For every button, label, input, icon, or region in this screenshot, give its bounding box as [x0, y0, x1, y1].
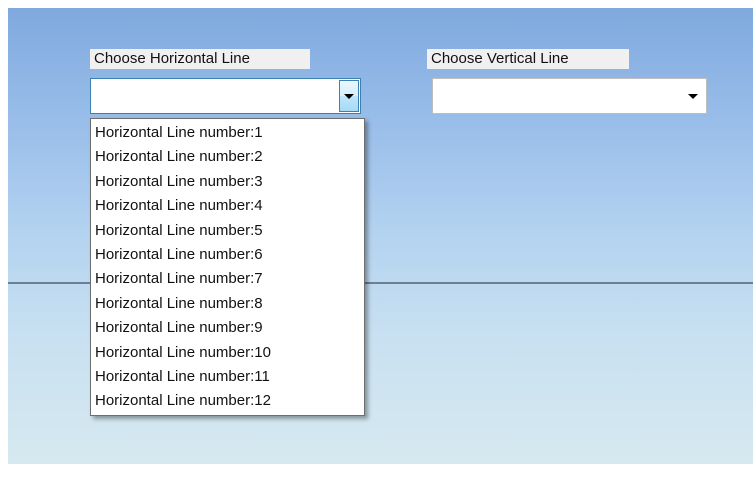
- horizontal-line-dropdown-list: Horizontal Line number:1 Horizontal Line…: [90, 118, 365, 416]
- list-item[interactable]: Horizontal Line number:12: [91, 389, 364, 413]
- list-item[interactable]: Horizontal Line number:2: [91, 145, 364, 169]
- list-item[interactable]: Horizontal Line number:8: [91, 292, 364, 316]
- chevron-down-icon: [344, 94, 354, 99]
- list-item[interactable]: Horizontal Line number:3: [91, 170, 364, 194]
- horizontal-line-combobox[interactable]: [90, 78, 361, 114]
- list-item[interactable]: Horizontal Line number:11: [91, 365, 364, 389]
- vertical-line-combobox[interactable]: [432, 78, 707, 114]
- list-item[interactable]: Horizontal Line number:4: [91, 194, 364, 218]
- list-item[interactable]: Horizontal Line number:10: [91, 341, 364, 365]
- list-item[interactable]: Horizontal Line number:5: [91, 219, 364, 243]
- vertical-line-label: Choose Vertical Line: [427, 49, 629, 69]
- horizontal-line-label: Choose Horizontal Line: [90, 49, 310, 69]
- list-item[interactable]: Horizontal Line number:6: [91, 243, 364, 267]
- list-item[interactable]: Horizontal Line number:7: [91, 267, 364, 291]
- list-item[interactable]: Horizontal Line number:1: [91, 121, 364, 145]
- horizontal-dropdown-button[interactable]: [339, 80, 359, 112]
- canvas-panel: Choose Horizontal Line Choose Vertical L…: [8, 8, 753, 464]
- chevron-down-icon[interactable]: [688, 94, 698, 99]
- list-item[interactable]: Horizontal Line number:9: [91, 316, 364, 340]
